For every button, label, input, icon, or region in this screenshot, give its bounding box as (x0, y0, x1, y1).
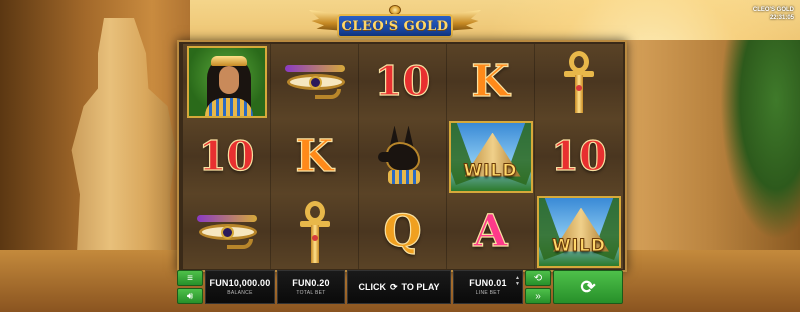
autoplay-button[interactable]: ⟲ (525, 270, 551, 286)
symbol-wild: WILD (537, 195, 621, 268)
symbol-ten: 10 (374, 57, 431, 105)
balance-value: FUN10,000.00 (209, 278, 271, 288)
reel-cell: Q (359, 194, 447, 269)
wild-label: WILD (463, 160, 518, 181)
reel-cell (359, 119, 447, 194)
menu-button[interactable]: ≡ (177, 270, 203, 286)
right-button-stack: ⟲ » (525, 270, 551, 304)
game-title: CLEO'S GOLD (341, 18, 449, 34)
spin-small-icon: ⟳ (389, 281, 398, 292)
corner-game-title: CLEO'S GOLD (752, 7, 794, 13)
symbol-ace: A (473, 205, 508, 257)
reel-cell: WILD (535, 194, 623, 269)
reel-cell (271, 194, 359, 269)
symbol-ankh (299, 200, 330, 263)
spin-button[interactable]: ⟳ (553, 270, 623, 304)
symbol-cleopatra (186, 45, 267, 118)
symbol-eye-of-horus (193, 214, 261, 249)
balance-panel: FUN10,000.00 BALANCE (205, 270, 275, 304)
left-button-stack: ≡ 🔊︎ (177, 270, 203, 304)
total-bet-label: TOTAL BET (296, 290, 326, 296)
wild-label: WILD (551, 235, 607, 256)
symbol-ten: 10 (551, 132, 608, 180)
line-bet-panel[interactable]: ▲ ▼ FUN0.01 LINE BET (453, 270, 523, 304)
symbol-anubis (377, 125, 428, 188)
symbol-wild: WILD (448, 120, 533, 193)
total-bet-panel[interactable]: FUN0.20 TOTAL BET (277, 270, 345, 304)
clock: 22:31:05 (769, 15, 794, 21)
line-bet-arrows[interactable]: ▲ ▼ (515, 275, 520, 287)
autoplay-icon: ⟲ (533, 272, 543, 284)
play-text-right: TO PLAY (401, 282, 440, 292)
reel-grid: 10 K 10 K WILD 10 Q A WILD (183, 44, 623, 270)
reel-cell (271, 44, 359, 119)
line-bet-label: LINE BET (475, 290, 501, 296)
control-bar: ≡ 🔊︎ FUN10,000.00 BALANCE FUN0.20 TOTAL … (177, 270, 627, 304)
top-info: CLEO'S GOLD 22:31:05 (753, 6, 794, 22)
reel-frame: 10 K 10 K WILD 10 Q A WILD (177, 40, 627, 272)
symbol-king: K (295, 130, 334, 182)
sound-button[interactable]: 🔊︎ (177, 288, 203, 304)
total-bet-value: FUN0.20 (292, 278, 330, 288)
reel-cell: K (447, 44, 535, 119)
symbol-queen: Q (383, 205, 423, 257)
reel-cell (183, 194, 271, 269)
reel-cell: WILD (447, 119, 535, 194)
logo-plate: CLEO'S GOLD (337, 14, 453, 38)
game-scene: CLEO'S GOLD 22:31:05 CLEO'S GOLD 10 K 10 K W… (0, 0, 800, 312)
reel-cell (535, 44, 623, 119)
reel-cell (183, 44, 271, 119)
line-bet-value: FUN0.01 (469, 278, 507, 288)
sound-icon: 🔊︎ (186, 290, 194, 302)
symbol-ten: 10 (198, 132, 255, 180)
reel-cell: 10 (535, 119, 623, 194)
play-text-left: CLICK (358, 282, 386, 292)
symbol-ankh (564, 50, 594, 113)
menu-icon: ≡ (187, 272, 193, 284)
symbol-eye-of-horus (281, 64, 349, 99)
reel-cell: 10 (183, 119, 271, 194)
symbol-king: K (471, 55, 510, 107)
spin-icon: ⟳ (580, 276, 596, 297)
fast-forward-icon: » (535, 290, 541, 302)
turbo-button[interactable]: » (525, 288, 551, 304)
game-logo: CLEO'S GOLD (309, 2, 481, 42)
reel-cell: K (271, 119, 359, 194)
palm-tree (720, 40, 800, 240)
reel-cell: A (447, 194, 535, 269)
click-to-play-button[interactable]: CLICK ⟳ TO PLAY (347, 270, 451, 304)
balance-label: BALANCE (227, 290, 253, 296)
reel-cell: 10 (359, 44, 447, 119)
